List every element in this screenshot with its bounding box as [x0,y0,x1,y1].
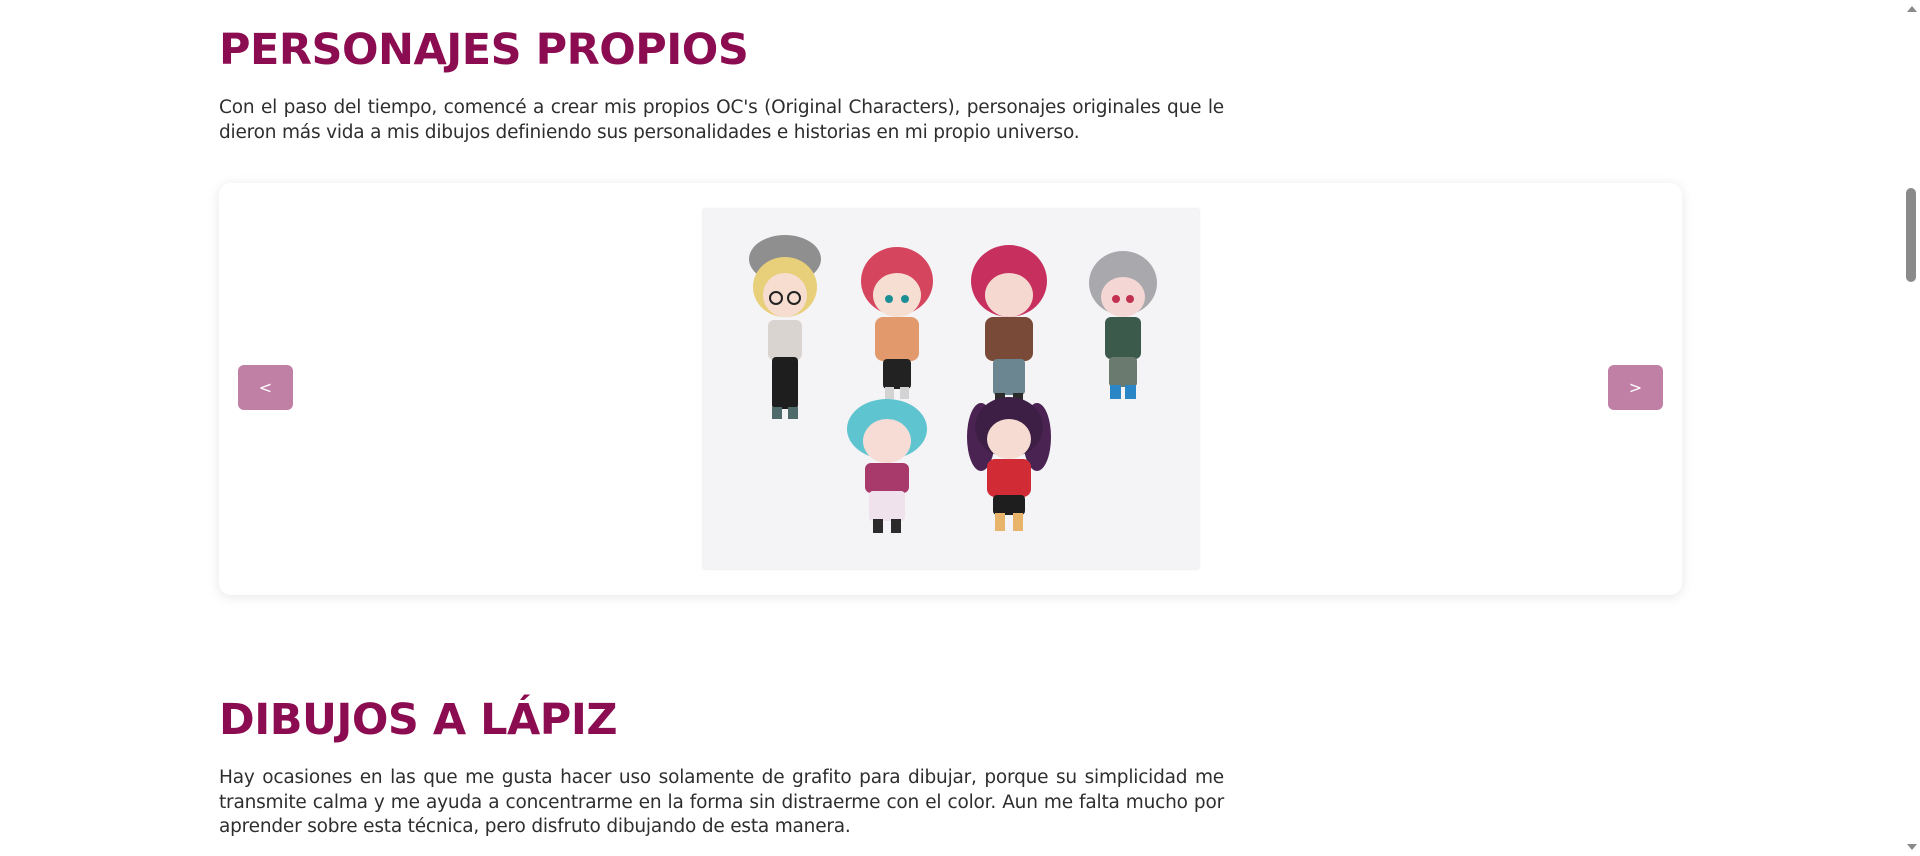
scroll-up-arrow-icon[interactable] [1907,6,1917,12]
section-title-dibujos-a-lapiz: DIBUJOS A LÁPIZ [219,695,618,745]
image-carousel: < > [219,183,1682,595]
page-scrollbar[interactable] [1902,0,1920,856]
carousel-image-characters-drawing [703,209,1199,569]
scroll-down-arrow-icon[interactable] [1907,844,1917,850]
carousel-prev-button[interactable]: < [238,365,293,410]
section-title-personajes-propios: PERSONAJES PROPIOS [219,25,749,75]
section-description-personajes-propios: Con el paso del tiempo, comencé a crear … [219,97,1224,143]
scrollbar-thumb[interactable] [1906,188,1916,282]
section-description-dibujos-a-lapiz: Hay ocasiones en las que me gusta hacer … [219,767,1224,837]
characters-drawing-illustration [703,209,1199,569]
carousel-next-button[interactable]: > [1608,365,1663,410]
